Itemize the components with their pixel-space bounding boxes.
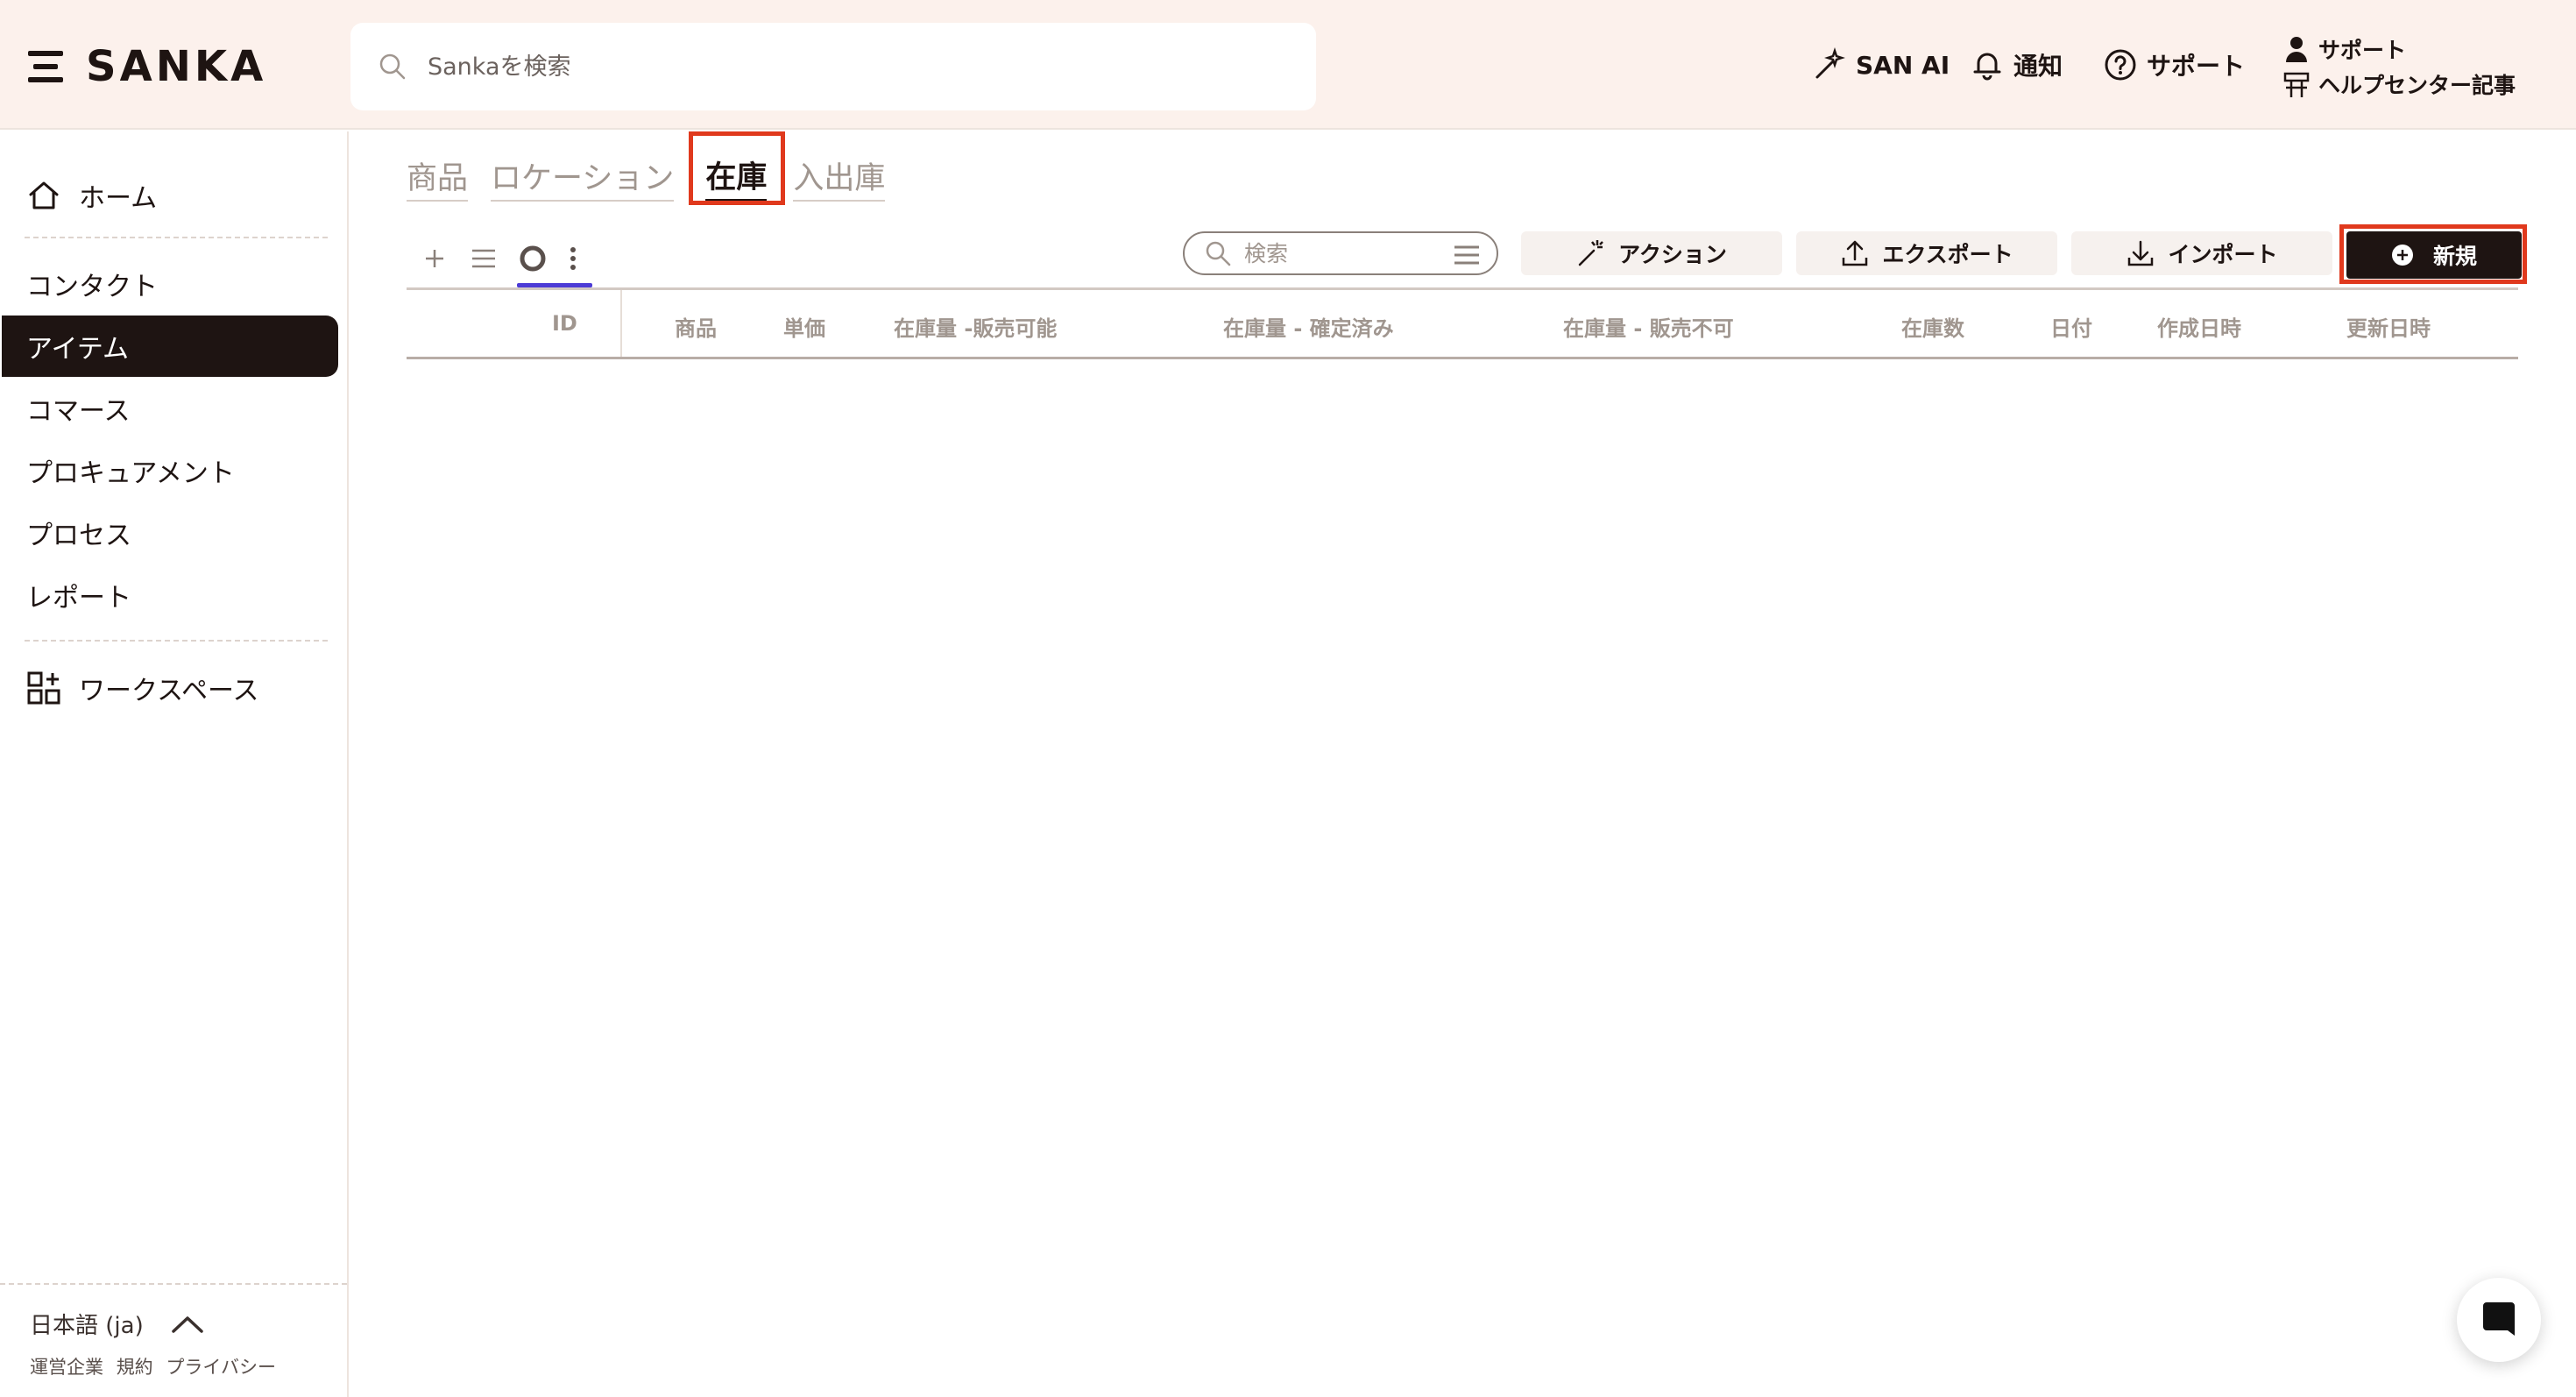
help-links: サポート ヘルプセンター記事: [2283, 32, 2516, 102]
notification-button[interactable]: 通知: [1970, 47, 2063, 82]
sidebar-item-label: ワークスペース: [79, 676, 259, 706]
sidebar-item-workspace[interactable]: ワークスペース: [2, 657, 338, 719]
column-separator: [620, 290, 622, 357]
language-selector[interactable]: 日本語 (ja): [30, 1308, 205, 1340]
bell-icon: [1973, 53, 2001, 81]
download-icon: [2128, 240, 2154, 266]
person-icon: [2286, 37, 2307, 62]
sidebar-divider: [25, 640, 328, 642]
upload-icon: [1843, 240, 1868, 266]
footer-link-privacy[interactable]: プライバシー: [166, 1357, 276, 1378]
add-view-icon[interactable]: [417, 241, 452, 276]
sidebar-item-reports[interactable]: レポート: [2, 564, 338, 626]
circle-view-icon[interactable]: [515, 241, 550, 276]
column-header-id[interactable]: ID: [552, 311, 577, 336]
column-header-updated-at[interactable]: 更新日時: [2346, 311, 2431, 342]
sidebar-divider: [25, 237, 328, 238]
menu-icon[interactable]: [28, 49, 65, 84]
import-button[interactable]: インポート: [2071, 231, 2332, 275]
column-header-date[interactable]: 日付: [2050, 311, 2092, 342]
support-label: サポート: [2147, 52, 2246, 81]
column-header-unavailable-stock[interactable]: 在庫量 - 販売不可: [1563, 311, 1734, 342]
import-label: インポート: [2168, 242, 2278, 267]
sidebar-item-label: プロセス: [26, 521, 131, 551]
top-header: SANKA SAN AI 通知 サポート: [0, 0, 2576, 130]
table-search[interactable]: [1183, 231, 1498, 275]
sidebar: ホーム コンタクト アイテム コマース プロキュアメント プロセス レポート ワ…: [0, 131, 349, 1397]
brand-name: SANKA: [86, 42, 267, 91]
language-label: 日本語 (ja): [30, 1313, 144, 1339]
tab-products[interactable]: 商品: [407, 152, 469, 202]
column-header-available-stock[interactable]: 在庫量 -販売可能: [894, 311, 1057, 342]
signpost-icon: [2283, 72, 2310, 97]
sidebar-item-items[interactable]: アイテム: [2, 316, 338, 377]
table-header: ID 商品 単価 在庫量 -販売可能 在庫量 - 確定済み 在庫量 - 販売不可…: [407, 287, 2518, 359]
help-circle-icon: [2105, 49, 2136, 81]
column-header-stock-count[interactable]: 在庫数: [1901, 311, 1964, 342]
workspace-grid-icon: [27, 671, 60, 705]
san-ai-label: SAN AI: [1856, 50, 1950, 80]
export-label: エクスポート: [1882, 242, 2013, 267]
action-button[interactable]: アクション: [1521, 231, 1782, 275]
action-label: アクション: [1618, 242, 1727, 267]
sidebar-item-contacts[interactable]: コンタクト: [2, 253, 338, 315]
sidebar-item-label: ホーム: [79, 183, 158, 214]
search-icon: [1206, 241, 1231, 266]
chat-icon: [2483, 1302, 2515, 1336]
sidebar-item-label: コンタクト: [26, 272, 158, 302]
filter-lines-icon[interactable]: [1453, 244, 1481, 266]
footer-links: 運営企業 規約 プライバシー: [30, 1353, 283, 1379]
column-header-committed-stock[interactable]: 在庫量 - 確定済み: [1223, 311, 1394, 342]
help-center-label: ヘルプセンター記事: [2318, 73, 2516, 98]
footer-link-terms[interactable]: 規約: [117, 1357, 153, 1378]
sidebar-footer: 日本語 (ja) 運営企業 規約 プライバシー: [0, 1283, 347, 1397]
global-search-input[interactable]: [428, 53, 1216, 81]
sidebar-item-label: プロキュアメント: [26, 458, 235, 489]
more-options-icon[interactable]: [564, 241, 582, 276]
support-contact-link[interactable]: サポート: [2283, 32, 2516, 67]
sidebar-item-process[interactable]: プロセス: [2, 502, 338, 564]
column-header-created-at[interactable]: 作成日時: [2157, 311, 2241, 342]
footer-link-company[interactable]: 運営企業: [30, 1357, 103, 1378]
view-toolbar: [417, 237, 596, 280]
export-button[interactable]: エクスポート: [1796, 231, 2057, 275]
sidebar-item-home[interactable]: ホーム: [2, 165, 338, 226]
sidebar-item-label: アイテム: [26, 334, 129, 365]
chat-launcher-button[interactable]: [2457, 1278, 2541, 1362]
support-button[interactable]: サポート: [2103, 47, 2245, 82]
sidebar-item-procurement[interactable]: プロキュアメント: [2, 440, 338, 501]
brand-logo[interactable]: SANKA: [28, 40, 266, 93]
column-header-unit-price[interactable]: 単価: [783, 311, 825, 342]
search-icon: [379, 53, 406, 80]
tab-locations[interactable]: ロケーション: [491, 152, 675, 202]
notification-label: 通知: [2013, 52, 2063, 81]
list-view-icon[interactable]: [466, 241, 501, 276]
table-search-input[interactable]: [1244, 240, 1428, 266]
san-ai-button[interactable]: SAN AI: [1812, 47, 1950, 82]
magic-wand-icon: [1578, 240, 1603, 266]
chevron-up-icon: [171, 1315, 203, 1333]
sidebar-item-label: コマース: [26, 396, 131, 427]
global-search[interactable]: [350, 23, 1316, 110]
object-tabs: 商品 ロケーション 在庫 入出庫: [407, 140, 908, 202]
home-icon: [29, 181, 59, 209]
column-header-product[interactable]: 商品: [675, 311, 717, 342]
magic-wand-icon: [1815, 47, 1845, 79]
tab-stock-movements[interactable]: 入出庫: [793, 152, 886, 202]
new-button-highlight: [2339, 224, 2527, 284]
main-content: 商品 ロケーション 在庫 入出庫 検索 アクション エクスポート インポート 新…: [350, 131, 2576, 1397]
sidebar-item-label: レポート: [26, 583, 131, 613]
inventory-tab-highlight: [689, 131, 785, 205]
help-center-link[interactable]: ヘルプセンター記事: [2283, 67, 2516, 102]
sidebar-item-commerce[interactable]: コマース: [2, 378, 338, 439]
right-support-label: サポート: [2318, 38, 2407, 63]
